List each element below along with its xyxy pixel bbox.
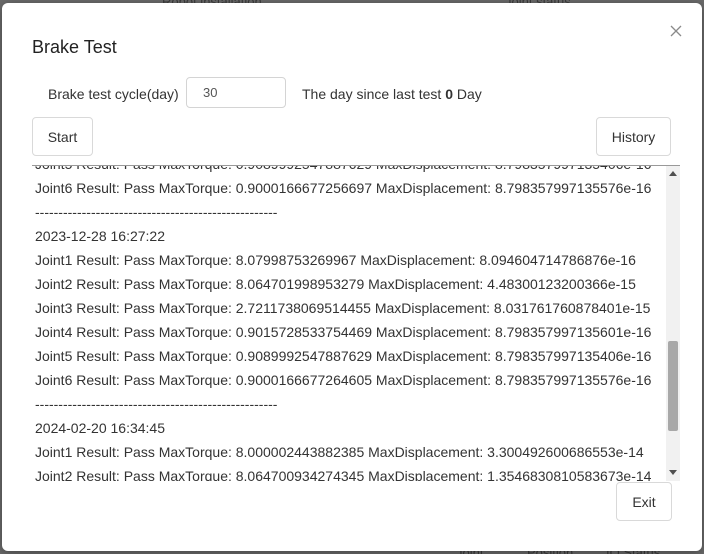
start-button[interactable]: Start — [32, 117, 93, 156]
log-line: Joint3 Result: Pass MaxTorque: 2.7211738… — [35, 300, 651, 316]
log-line: Joint5 Result: Pass MaxTorque: 0.9089992… — [35, 166, 663, 176]
scroll-up-arrow-icon[interactable] — [669, 171, 677, 176]
scroll-down-arrow-icon[interactable] — [669, 470, 677, 475]
log-line: 2023-12-28 16:27:22 — [35, 228, 165, 244]
test-log[interactable]: Joint5 Result: Pass MaxTorque: 0.9089992… — [32, 165, 680, 481]
cycle-input[interactable] — [186, 77, 286, 108]
log-line: ----------------------------------------… — [35, 204, 278, 220]
since-suffix: Day — [456, 86, 482, 102]
log-scrollbar[interactable] — [666, 166, 680, 481]
dialog-title: Brake Test — [32, 37, 117, 57]
log-line: ----------------------------------------… — [35, 396, 278, 412]
history-button[interactable]: History — [596, 117, 671, 156]
log-line: Joint6 Result: Pass MaxTorque: 0.9000166… — [35, 372, 652, 388]
log-line: 2024-02-20 16:34:45 — [35, 420, 165, 436]
log-line: Joint5 Result: Pass MaxTorque: 0.9089992… — [35, 348, 652, 364]
log-content: Joint5 Result: Pass MaxTorque: 0.9089992… — [35, 166, 663, 481]
log-line: Joint2 Result: Pass MaxTorque: 8.0647009… — [35, 468, 652, 481]
days-since-last-test: The day since last test 0 Day — [302, 86, 482, 102]
since-value: 0 — [445, 86, 453, 102]
exit-button[interactable]: Exit — [616, 482, 672, 521]
log-line: Joint1 Result: Pass MaxTorque: 8.0799875… — [35, 252, 636, 268]
log-line: Joint4 Result: Pass MaxTorque: 0.9015728… — [35, 324, 652, 340]
cycle-label: Brake test cycle(day) — [48, 86, 179, 102]
close-icon[interactable] — [668, 23, 684, 39]
brake-test-dialog: Brake Test Brake test cycle(day) The day… — [2, 3, 702, 551]
scroll-thumb[interactable] — [668, 341, 678, 431]
log-line: Joint6 Result: Pass MaxTorque: 0.9000166… — [35, 180, 652, 196]
log-line: Joint2 Result: Pass MaxTorque: 8.0647019… — [35, 276, 636, 292]
log-line: Joint1 Result: Pass MaxTorque: 8.0000024… — [35, 444, 644, 460]
since-prefix: The day since last test — [302, 86, 442, 102]
